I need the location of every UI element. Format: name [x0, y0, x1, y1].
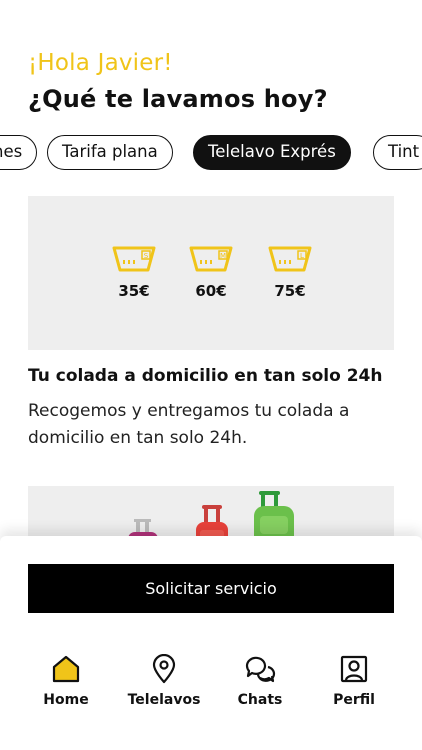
svg-text:L: L [300, 252, 304, 260]
service-description: Recogemos y entregamos tu colada a domic… [28, 401, 350, 448]
price-item-large: L 75€ [260, 244, 320, 300]
tab-telelavos[interactable]: Telelavos [119, 654, 209, 708]
profile-icon [340, 655, 368, 683]
location-pin-icon [152, 654, 176, 684]
price-item-small: S 35€ [104, 244, 164, 300]
tab-home[interactable]: Home [21, 654, 111, 708]
price-small-label: 35€ [118, 282, 150, 300]
chip-telelavo-expres[interactable]: Telelavo Exprés [193, 135, 351, 170]
bottom-tab-bar: Home Telelavos Chats Perfil [0, 654, 422, 724]
tab-perfil[interactable]: Perfil [309, 654, 399, 708]
basket-small-icon: S [112, 246, 156, 272]
home-icon [52, 655, 80, 683]
tab-chats[interactable]: Chats [215, 654, 305, 708]
chip-tint-partial[interactable]: Tint [373, 135, 422, 170]
svg-text:M: M [220, 252, 226, 260]
tab-chats-label: Chats [237, 692, 283, 708]
chat-bubbles-icon [245, 656, 276, 683]
category-chips: nes Tarifa plana Telelavo Exprés Tint [0, 135, 422, 171]
basket-large-icon: L [268, 246, 312, 272]
greeting-text: ¡Hola Javier! [28, 50, 173, 76]
chip-tarifa-plana[interactable]: Tarifa plana [47, 135, 173, 170]
price-large-label: 75€ [274, 282, 306, 300]
page-title: ¿Qué te lavamos hoy? [28, 85, 328, 113]
tab-telelavos-label: Telelavos [127, 692, 201, 708]
service-title: Tu colada a domicilio en tan solo 24h [28, 366, 383, 386]
request-service-button[interactable]: Solicitar servicio [28, 564, 394, 613]
svg-text:S: S [144, 252, 149, 260]
chip-category-partial[interactable]: nes [0, 135, 38, 170]
tab-home-label: Home [43, 692, 89, 708]
pricing-card: S 35€ M 60€ L 75€ [28, 196, 394, 350]
bottom-sheet: Solicitar servicio Home Telelavos Chats [0, 536, 422, 750]
price-medium-label: 60€ [195, 282, 227, 300]
tab-perfil-label: Perfil [333, 692, 375, 708]
basket-medium-icon: M [189, 246, 233, 272]
price-item-medium: M 60€ [181, 244, 241, 300]
